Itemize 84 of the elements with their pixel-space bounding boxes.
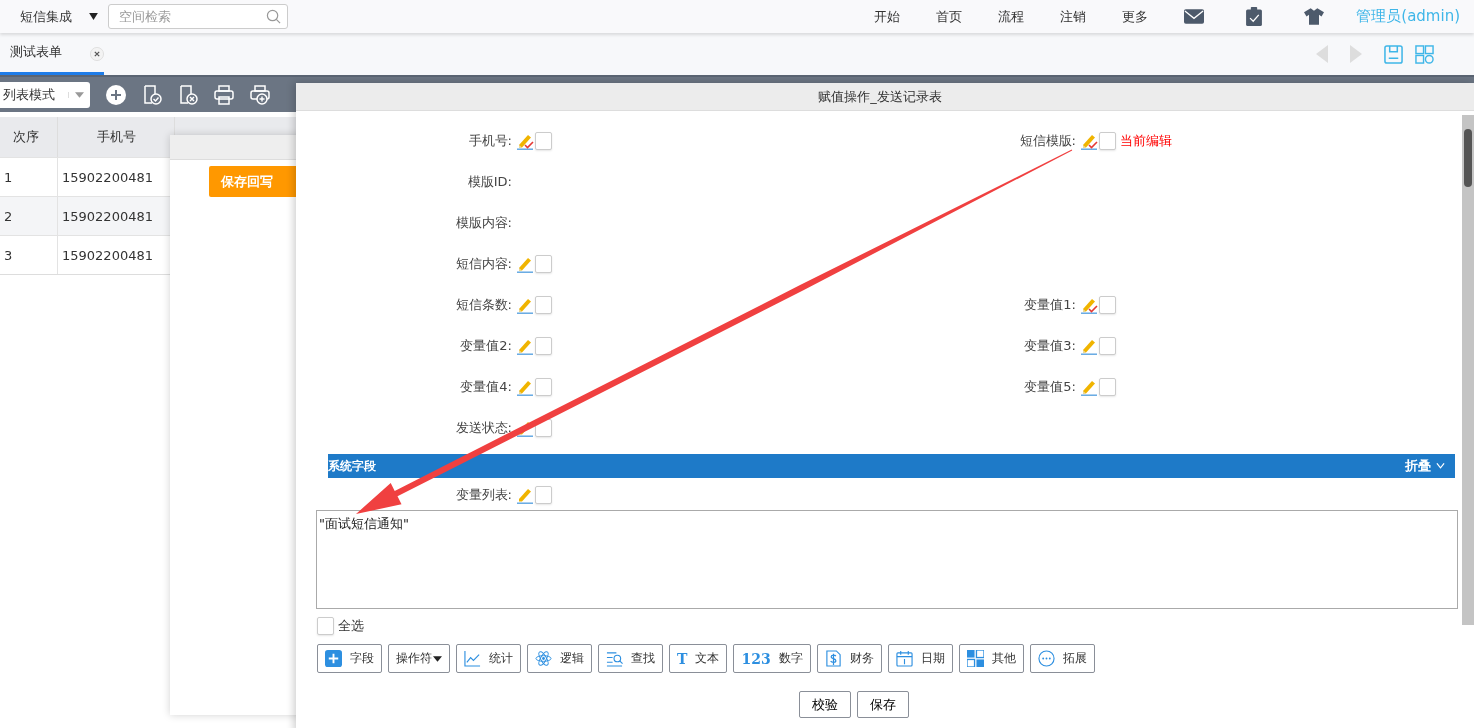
previous-icon[interactable] bbox=[1316, 45, 1328, 63]
checkbox[interactable] bbox=[1099, 336, 1116, 355]
glyph-icon: 123 bbox=[741, 650, 771, 667]
glyph-icon: T bbox=[677, 650, 688, 667]
checkbox[interactable] bbox=[535, 254, 552, 273]
grid-icon bbox=[966, 650, 984, 667]
plus-icon bbox=[325, 650, 342, 667]
tool-button[interactable]: 逻辑 bbox=[527, 644, 592, 673]
search-list-icon bbox=[606, 650, 623, 667]
checkbox[interactable] bbox=[535, 336, 552, 355]
checkbox[interactable] bbox=[535, 486, 552, 504]
print-icon[interactable] bbox=[214, 84, 234, 105]
field-label: 模版内容: bbox=[454, 213, 512, 232]
document-check-icon[interactable] bbox=[142, 84, 162, 105]
scrollbar[interactable] bbox=[1462, 115, 1474, 625]
tool-button[interactable]: 拓展 bbox=[1029, 644, 1095, 673]
close-icon[interactable] bbox=[90, 47, 104, 61]
tool-button[interactable]: 日期 bbox=[887, 644, 953, 673]
field-label: 短信条数: bbox=[454, 295, 512, 314]
tool-button[interactable]: 查找 bbox=[598, 644, 663, 673]
checkbox[interactable] bbox=[535, 377, 552, 396]
table-cell: 3 bbox=[0, 235, 58, 274]
checkbox[interactable] bbox=[317, 617, 334, 635]
checkbox[interactable] bbox=[535, 131, 552, 150]
pencil-icon[interactable] bbox=[516, 486, 534, 504]
table-cell: 1 bbox=[0, 157, 58, 196]
dialog-title: 赋值操作_发送记录表 bbox=[296, 83, 1474, 111]
field-label: 变量列表: bbox=[454, 486, 512, 504]
mail-icon[interactable] bbox=[1184, 7, 1205, 26]
section-title: 系统字段 bbox=[328, 457, 376, 475]
tool-button[interactable]: 财务 bbox=[816, 644, 882, 673]
nav-link[interactable]: 开始 bbox=[874, 7, 901, 26]
field-label: 变量值2: bbox=[459, 336, 512, 355]
nav-link[interactable]: 注销 bbox=[1060, 7, 1087, 26]
next-icon[interactable] bbox=[1350, 45, 1362, 63]
collapse-toggle[interactable]: 折叠 bbox=[1405, 457, 1445, 475]
print-add-icon[interactable] bbox=[250, 84, 270, 105]
field-label: 变量值5: bbox=[1023, 377, 1076, 396]
field-label: 短信内容: bbox=[454, 254, 512, 273]
caret-icon bbox=[433, 655, 442, 662]
chevron-icon[interactable] bbox=[1436, 463, 1445, 469]
search-field[interactable]: 空间检索 bbox=[108, 4, 288, 29]
select-all-label: 全选 bbox=[338, 617, 364, 635]
dollar-document-icon bbox=[824, 650, 842, 667]
field-label: 变量值1: bbox=[1023, 295, 1076, 314]
column-header[interactable]: 次序 bbox=[0, 117, 58, 157]
checkbox[interactable] bbox=[1099, 377, 1116, 396]
tool-button[interactable]: 123 数字 bbox=[733, 644, 811, 673]
caret-icon[interactable] bbox=[89, 13, 98, 20]
field-label: 变量值4: bbox=[459, 377, 512, 396]
nav-link[interactable]: 流程 bbox=[998, 7, 1025, 26]
space-selector[interactable]: 短信集成 bbox=[20, 7, 72, 26]
field-label: 变量值3: bbox=[1023, 336, 1076, 355]
nav-link[interactable]: 更多 bbox=[1122, 7, 1149, 26]
expression-field[interactable]: "面试短信通知" bbox=[316, 510, 1458, 609]
mode-dropdown[interactable]: 列表模式 bbox=[0, 81, 90, 108]
clipboard-icon[interactable] bbox=[1244, 7, 1265, 26]
add-icon[interactable] bbox=[106, 84, 126, 105]
checkbox[interactable] bbox=[1099, 295, 1116, 314]
shirt-icon[interactable] bbox=[1304, 7, 1325, 26]
tool-button[interactable]: T 文本 bbox=[669, 644, 728, 673]
dialog-button[interactable]: 校验 bbox=[799, 691, 851, 718]
field-label: 模版ID: bbox=[466, 172, 512, 191]
field-label: 发送状态: bbox=[454, 418, 512, 437]
tool-button[interactable]: 其他 bbox=[958, 644, 1024, 673]
nav-link[interactable]: 首页 bbox=[936, 7, 963, 26]
field-label: 短信模版: bbox=[1018, 131, 1076, 150]
checkbox[interactable] bbox=[535, 295, 552, 314]
tool-button[interactable]: 操作符 bbox=[388, 644, 450, 673]
atom-icon bbox=[535, 650, 552, 667]
dialog-button[interactable]: 保存 bbox=[857, 691, 909, 718]
search-icon[interactable] bbox=[266, 9, 281, 24]
tool-button[interactable]: 字段 bbox=[317, 644, 382, 673]
layout-icon[interactable] bbox=[1415, 44, 1434, 64]
more-icon bbox=[1037, 650, 1055, 667]
document-delete-icon[interactable] bbox=[178, 84, 198, 105]
save-icon[interactable] bbox=[1384, 44, 1403, 64]
tool-button[interactable]: 统计 bbox=[456, 644, 521, 673]
line-chart-icon bbox=[464, 650, 481, 667]
field-label: 手机号: bbox=[467, 131, 512, 150]
calendar-icon bbox=[895, 650, 913, 667]
checkbox[interactable] bbox=[1099, 131, 1116, 150]
editing-note: 当前编辑 bbox=[1120, 131, 1172, 150]
table-cell: 2 bbox=[0, 196, 58, 235]
